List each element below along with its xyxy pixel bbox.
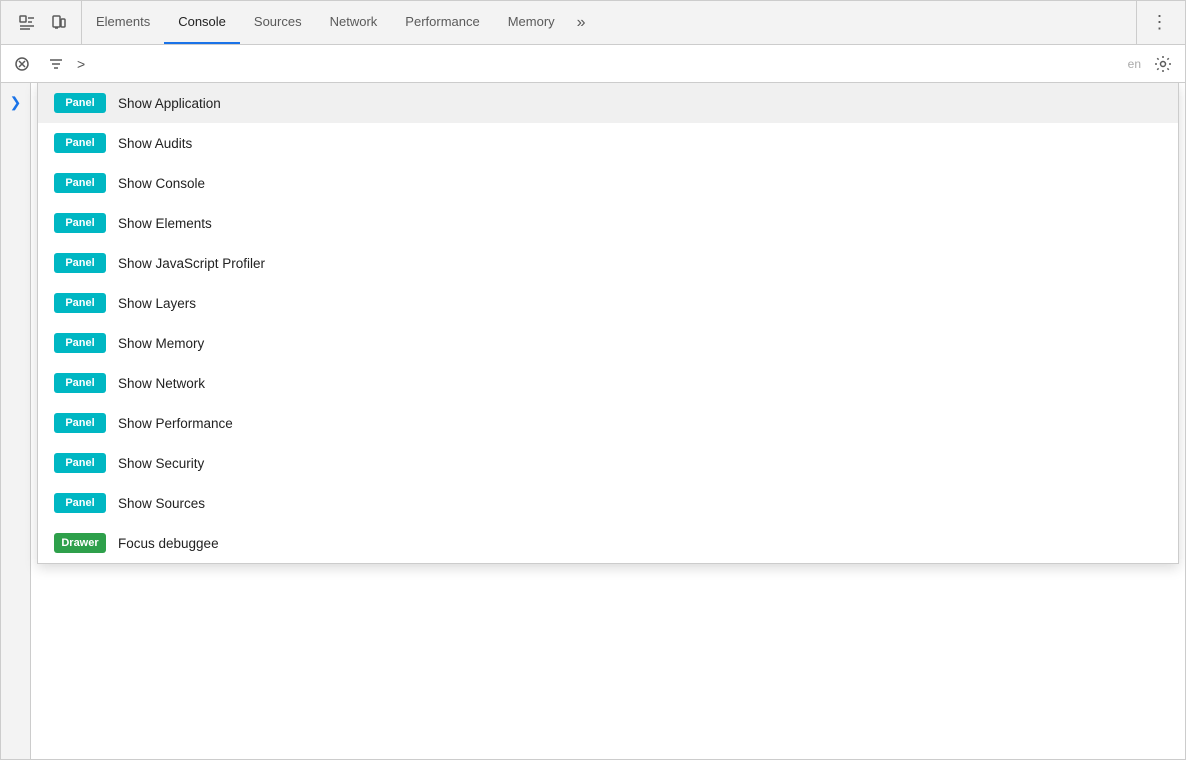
item-label: Show Layers — [118, 296, 196, 311]
panel-badge: Panel — [54, 373, 106, 393]
console-prompt: > — [77, 56, 85, 72]
dropdown-container: Panel Show Application Panel Show Audits… — [31, 83, 1185, 759]
list-item[interactable]: Panel Show Application — [38, 83, 1178, 123]
list-item[interactable]: Panel Show Console — [38, 163, 1178, 203]
devtools-window: Elements Console Sources Network Perform… — [0, 0, 1186, 760]
panel-badge: Panel — [54, 333, 106, 353]
console-right-actions: en — [1128, 50, 1177, 78]
settings-icon[interactable] — [1149, 50, 1177, 78]
panel-badge: Panel — [54, 413, 106, 433]
filter-icon[interactable] — [43, 51, 69, 77]
list-item[interactable]: Panel Show Audits — [38, 123, 1178, 163]
item-label: Show Network — [118, 376, 205, 391]
tab-network[interactable]: Network — [316, 1, 392, 44]
panel-badge: Panel — [54, 453, 106, 473]
panel-badge: Panel — [54, 173, 106, 193]
drawer-badge: Drawer — [54, 533, 106, 553]
item-label: Focus debuggee — [118, 536, 219, 551]
tab-memory[interactable]: Memory — [494, 1, 569, 44]
expand-arrow-icon[interactable]: ❯ — [5, 91, 27, 113]
item-label: Show Performance — [118, 416, 233, 431]
command-palette-dropdown: Panel Show Application Panel Show Audits… — [37, 83, 1179, 564]
list-item[interactable]: Panel Show Elements — [38, 203, 1178, 243]
list-item[interactable]: Panel Show Sources — [38, 483, 1178, 523]
toolbar-left-icons — [5, 1, 82, 44]
list-item[interactable]: Panel Show Network — [38, 363, 1178, 403]
item-label: Show Security — [118, 456, 204, 471]
item-label: Show JavaScript Profiler — [118, 256, 265, 271]
more-options-icon[interactable]: ⋮ — [1145, 9, 1173, 37]
list-item[interactable]: Drawer Focus debuggee — [38, 523, 1178, 563]
list-item[interactable]: Panel Show JavaScript Profiler — [38, 243, 1178, 283]
item-label: Show Audits — [118, 136, 192, 151]
left-sidebar: ❯ — [1, 83, 31, 759]
panel-badge: Panel — [54, 253, 106, 273]
item-label: Show Elements — [118, 216, 212, 231]
panel-badge: Panel — [54, 93, 106, 113]
tab-performance[interactable]: Performance — [391, 1, 493, 44]
device-toolbar-icon[interactable] — [45, 9, 73, 37]
list-item[interactable]: Panel Show Performance — [38, 403, 1178, 443]
tab-elements[interactable]: Elements — [82, 1, 164, 44]
tab-console[interactable]: Console — [164, 1, 240, 44]
more-tabs-button[interactable]: » — [569, 1, 594, 44]
toolbar-right: ⋮ — [1136, 1, 1181, 44]
filter-text-label: en — [1128, 57, 1141, 71]
console-input-area: > — [77, 56, 1120, 72]
main-area: ❯ Panel Show Application Panel Show Audi… — [1, 83, 1185, 759]
tab-list: Elements Console Sources Network Perform… — [82, 1, 1136, 44]
item-label: Show Console — [118, 176, 205, 191]
panel-badge: Panel — [54, 293, 106, 313]
list-item[interactable]: Panel Show Security — [38, 443, 1178, 483]
list-item[interactable]: Panel Show Memory — [38, 323, 1178, 363]
item-label: Show Application — [118, 96, 221, 111]
item-label: Show Sources — [118, 496, 205, 511]
item-label: Show Memory — [118, 336, 204, 351]
top-toolbar: Elements Console Sources Network Perform… — [1, 1, 1185, 45]
console-toolbar: > en — [1, 45, 1185, 83]
console-input[interactable] — [91, 56, 1119, 71]
inspect-element-icon[interactable] — [13, 9, 41, 37]
panel-badge: Panel — [54, 133, 106, 153]
tab-sources[interactable]: Sources — [240, 1, 316, 44]
clear-console-icon[interactable] — [9, 51, 35, 77]
panel-badge: Panel — [54, 493, 106, 513]
list-item[interactable]: Panel Show Layers — [38, 283, 1178, 323]
panel-badge: Panel — [54, 213, 106, 233]
